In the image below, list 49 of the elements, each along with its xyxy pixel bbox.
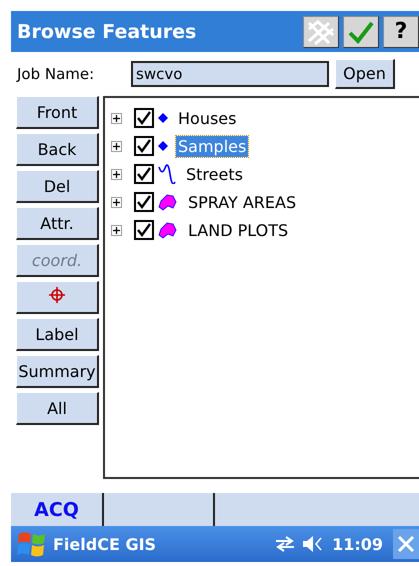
open-button[interactable]: Open bbox=[335, 59, 395, 89]
app-name[interactable]: FieldCE GIS bbox=[53, 534, 274, 554]
clock[interactable]: 11:09 bbox=[332, 534, 383, 554]
expand-button[interactable] bbox=[111, 196, 122, 208]
plus-icon bbox=[113, 114, 120, 122]
ok-button[interactable] bbox=[343, 16, 379, 48]
checkmark-icon bbox=[137, 223, 151, 237]
layer-name[interactable]: Streets bbox=[184, 164, 245, 184]
grid-icon bbox=[307, 18, 335, 44]
side-button[interactable]: Back bbox=[16, 133, 99, 166]
expand-button[interactable] bbox=[111, 140, 122, 152]
job-name-field[interactable]: swcvo bbox=[131, 61, 329, 87]
layer-checkbox[interactable] bbox=[134, 136, 154, 156]
layer-name[interactable]: LAND PLOTS bbox=[186, 220, 290, 240]
close-icon bbox=[393, 529, 419, 559]
layer-checkbox[interactable] bbox=[134, 192, 154, 212]
job-name-label: Job Name: bbox=[17, 65, 96, 83]
menu-item[interactable]: ACQ bbox=[28, 498, 85, 522]
checkmark-icon bbox=[137, 195, 151, 209]
layer-checkbox[interactable] bbox=[134, 164, 154, 184]
expand-button[interactable] bbox=[111, 168, 122, 180]
checkmark-icon bbox=[137, 139, 151, 153]
plus-icon bbox=[113, 142, 120, 150]
side-button[interactable]: Summary bbox=[16, 355, 99, 388]
crosshair-icon bbox=[49, 287, 65, 303]
checkmark-icon bbox=[137, 167, 151, 181]
expand-button[interactable] bbox=[111, 224, 122, 236]
side-button[interactable]: Front bbox=[16, 96, 99, 129]
layer-name[interactable]: Samples bbox=[176, 136, 248, 156]
plus-icon bbox=[113, 170, 120, 178]
side-button[interactable]: Label bbox=[16, 318, 99, 351]
checkmark-icon bbox=[347, 20, 375, 44]
expand-button[interactable] bbox=[111, 112, 122, 124]
layer-name[interactable]: SPRAY AREAS bbox=[186, 192, 298, 212]
side-button[interactable]: All bbox=[16, 392, 99, 425]
layer-name[interactable]: Houses bbox=[176, 108, 238, 128]
crosshair-button[interactable] bbox=[16, 281, 99, 314]
window-title: Browse Features bbox=[17, 20, 198, 42]
plus-icon bbox=[113, 198, 120, 206]
layer-checkbox[interactable] bbox=[134, 108, 154, 128]
help-button[interactable]: ? bbox=[383, 16, 419, 48]
checkmark-icon bbox=[137, 111, 151, 125]
map-button[interactable] bbox=[303, 16, 339, 48]
plus-icon bbox=[113, 226, 120, 234]
layer-checkbox[interactable] bbox=[134, 220, 154, 240]
windows-logo-icon bbox=[17, 530, 47, 558]
side-button[interactable]: Attr. bbox=[16, 207, 99, 240]
connectivity-icon bbox=[274, 535, 296, 553]
side-button[interactable]: Del bbox=[16, 170, 99, 203]
